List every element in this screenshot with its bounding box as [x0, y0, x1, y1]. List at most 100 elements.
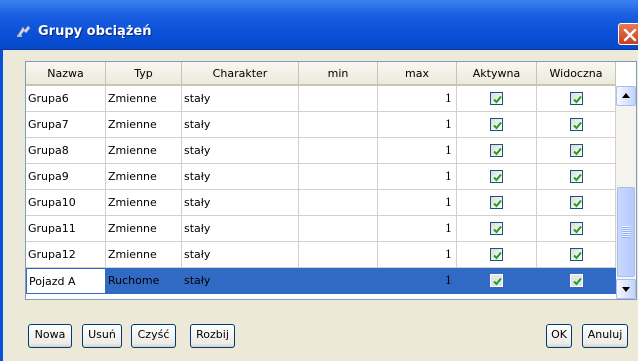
cell-aktywna[interactable] — [457, 268, 537, 294]
cell-max[interactable]: 1 — [378, 164, 457, 190]
cell-typ[interactable]: Zmienne — [106, 138, 182, 164]
cell-aktywna[interactable] — [457, 216, 537, 242]
cell-aktywna[interactable] — [457, 112, 537, 138]
table-row[interactable]: Grupa12 Zmienne stały 1 — [26, 242, 616, 268]
cell-max[interactable]: 1 — [378, 268, 457, 294]
scroll-up-button[interactable] — [616, 86, 636, 106]
split-button[interactable]: Rozbij — [190, 324, 235, 348]
cell-widoczna[interactable] — [537, 242, 616, 268]
widoczna-checkbox[interactable] — [569, 170, 583, 183]
cell-min[interactable] — [299, 164, 378, 190]
aktywna-checkbox[interactable] — [490, 196, 503, 209]
aktywna-checkbox[interactable] — [490, 222, 503, 235]
cell-name[interactable]: Grupa8 — [26, 138, 106, 164]
cell-widoczna[interactable] — [537, 216, 616, 242]
cell-widoczna[interactable] — [537, 86, 616, 112]
cell-name[interactable]: Grupa10 — [26, 190, 106, 216]
cell-charakter[interactable]: stały — [182, 190, 299, 216]
table-row[interactable]: Pojazd A Ruchome stały 1 — [26, 268, 616, 294]
cell-widoczna[interactable] — [537, 164, 616, 190]
cell-aktywna[interactable] — [457, 190, 537, 216]
cell-name[interactable]: Grupa11 — [26, 216, 106, 242]
aktywna-checkbox[interactable] — [490, 248, 503, 261]
title-bar[interactable]: Grupy obciążeń — [0, 0, 638, 50]
cell-typ[interactable]: Zmienne — [106, 216, 182, 242]
cell-charakter[interactable]: stały — [182, 242, 299, 268]
delete-button[interactable]: Usuń — [82, 324, 122, 348]
cell-typ[interactable]: Zmienne — [106, 112, 182, 138]
table-row[interactable]: Grupa11 Zmienne stały 1 — [26, 216, 616, 242]
cell-min[interactable] — [299, 242, 378, 268]
cell-min[interactable] — [299, 268, 378, 294]
cell-max[interactable]: 1 — [378, 190, 457, 216]
aktywna-checkbox[interactable] — [490, 92, 503, 105]
table-row[interactable]: Grupa7 Zmienne stały 1 — [26, 112, 616, 138]
cell-widoczna[interactable] — [537, 138, 616, 164]
widoczna-checkbox[interactable] — [569, 196, 583, 209]
ok-button[interactable]: OK — [546, 324, 572, 348]
widoczna-checkbox[interactable] — [569, 118, 583, 131]
widoczna-checkbox[interactable] — [569, 92, 583, 105]
cell-charakter[interactable]: stały — [182, 268, 299, 294]
close-button[interactable] — [618, 23, 638, 45]
scroll-down-button[interactable] — [616, 279, 636, 299]
cell-aktywna[interactable] — [457, 242, 537, 268]
table-row[interactable]: Grupa9 Zmienne stały 1 — [26, 164, 616, 190]
aktywna-checkbox[interactable] — [490, 144, 503, 157]
cell-min[interactable] — [299, 86, 378, 112]
cell-min[interactable] — [299, 216, 378, 242]
widoczna-checkbox[interactable] — [569, 222, 583, 235]
cell-name[interactable]: Grupa9 — [26, 164, 106, 190]
aktywna-checkbox[interactable] — [490, 274, 503, 287]
cell-name[interactable]: Grupa6 — [26, 86, 106, 112]
column-header-widoczna[interactable]: Widoczna — [537, 62, 616, 86]
cell-charakter[interactable]: stały — [182, 164, 299, 190]
table-row[interactable]: Grupa10 Zmienne stały 1 — [26, 190, 616, 216]
cell-charakter[interactable]: stały — [182, 86, 299, 112]
cell-aktywna[interactable] — [457, 164, 537, 190]
cell-name[interactable]: Grupa7 — [26, 112, 106, 138]
table-row[interactable]: Grupa8 Zmienne stały 1 — [26, 138, 616, 164]
cell-charakter[interactable]: stały — [182, 216, 299, 242]
cell-max[interactable]: 1 — [378, 86, 457, 112]
widoczna-checkbox[interactable] — [569, 248, 583, 261]
cell-charakter[interactable]: stały — [182, 112, 299, 138]
cell-name[interactable]: Grupa12 — [26, 242, 106, 268]
cell-widoczna[interactable] — [537, 190, 616, 216]
cell-min[interactable] — [299, 190, 378, 216]
cancel-button[interactable]: Anuluj — [582, 324, 628, 348]
cell-aktywna[interactable] — [457, 138, 537, 164]
cell-widoczna[interactable] — [537, 112, 616, 138]
column-header-nazwa[interactable]: Nazwa — [26, 62, 106, 86]
dialog-icon — [17, 25, 31, 37]
scroll-thumb[interactable] — [617, 187, 635, 277]
clear-button[interactable]: Czyść — [131, 324, 176, 348]
table-row[interactable]: Grupa6 Zmienne stały 1 — [26, 86, 616, 112]
cell-max[interactable]: 1 — [378, 216, 457, 242]
cell-typ[interactable]: Zmienne — [106, 164, 182, 190]
cell-aktywna[interactable] — [457, 86, 537, 112]
column-header-max[interactable]: max — [378, 62, 457, 86]
cell-max[interactable]: 1 — [378, 112, 457, 138]
widoczna-checkbox[interactable] — [569, 274, 583, 287]
cell-widoczna[interactable] — [537, 268, 616, 294]
cell-typ[interactable]: Zmienne — [106, 242, 182, 268]
widoczna-checkbox[interactable] — [569, 144, 583, 157]
column-header-charakter[interactable]: Charakter — [182, 62, 299, 86]
cell-min[interactable] — [299, 138, 378, 164]
cell-max[interactable]: 1 — [378, 242, 457, 268]
column-header-typ[interactable]: Typ — [106, 62, 182, 86]
column-header-min[interactable]: min — [299, 62, 378, 86]
cell-typ[interactable]: Zmienne — [106, 190, 182, 216]
vertical-scrollbar[interactable] — [616, 86, 636, 299]
new-button[interactable]: Nowa — [28, 324, 72, 348]
cell-min[interactable] — [299, 112, 378, 138]
cell-max[interactable]: 1 — [378, 138, 457, 164]
aktywna-checkbox[interactable] — [490, 170, 503, 183]
cell-typ[interactable]: Zmienne — [106, 86, 182, 112]
cell-charakter[interactable]: stały — [182, 138, 299, 164]
cell-name[interactable]: Pojazd A — [26, 268, 106, 294]
cell-typ[interactable]: Ruchome — [106, 268, 182, 294]
column-header-aktywna[interactable]: Aktywna — [457, 62, 537, 86]
aktywna-checkbox[interactable] — [490, 118, 503, 131]
